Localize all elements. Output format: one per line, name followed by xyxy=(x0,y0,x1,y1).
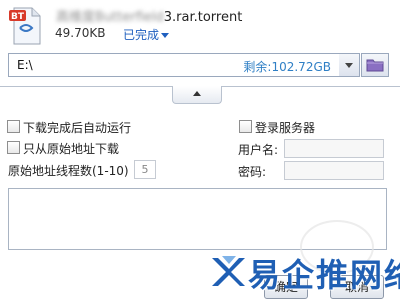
folder-icon xyxy=(366,59,384,72)
free-space-label: 剩余:102.72GB xyxy=(243,60,331,74)
login-server-checkbox[interactable] xyxy=(239,120,252,133)
username-label: 用户名: xyxy=(238,143,279,157)
origin-only-label: 只从原始地址下载 xyxy=(23,142,120,156)
collapse-options-button[interactable] xyxy=(172,86,222,104)
file-size: 49.70KB xyxy=(55,26,106,40)
thread-count-label: 原始地址线程数(1-10) xyxy=(8,164,129,178)
watermark-logo-icon xyxy=(210,252,246,292)
status-dropdown[interactable]: 已完成 xyxy=(123,26,170,43)
auto-run-label: 下载完成后自动运行 xyxy=(23,121,132,135)
file-name: 高维度Butterfield3.rar.torrent xyxy=(56,6,242,25)
torrent-file-icon: BT xyxy=(8,6,44,46)
chevron-down-icon xyxy=(345,63,353,68)
file-name-blurred: 高维度Butterfield xyxy=(56,10,164,25)
username-field[interactable] xyxy=(284,139,384,158)
password-label: 密码: xyxy=(238,165,267,179)
path-history-dropdown-button[interactable] xyxy=(339,53,360,77)
file-name-suffix: 3.rar.torrent xyxy=(163,10,243,25)
login-server-label: 登录服务器 xyxy=(255,121,316,135)
browse-folder-button[interactable] xyxy=(361,53,389,77)
save-path-field[interactable]: E:\ 剩余:102.72GB xyxy=(8,53,340,77)
watermark-text: 易企推网络 xyxy=(248,256,400,294)
chevron-up-icon xyxy=(193,91,201,96)
auto-run-checkbox[interactable] xyxy=(7,120,20,133)
save-path-value: E:\ xyxy=(17,58,33,72)
chevron-down-icon xyxy=(161,33,170,38)
svg-text:BT: BT xyxy=(11,12,25,22)
status-label: 已完成 xyxy=(123,28,160,42)
password-field[interactable] xyxy=(284,161,384,180)
torrent-download-dialog: BT 高维度Butterfield3.rar.torrent 49.70KB 已… xyxy=(0,0,400,300)
origin-only-checkbox[interactable] xyxy=(7,141,20,154)
thread-count-field[interactable]: 5 xyxy=(134,160,156,179)
